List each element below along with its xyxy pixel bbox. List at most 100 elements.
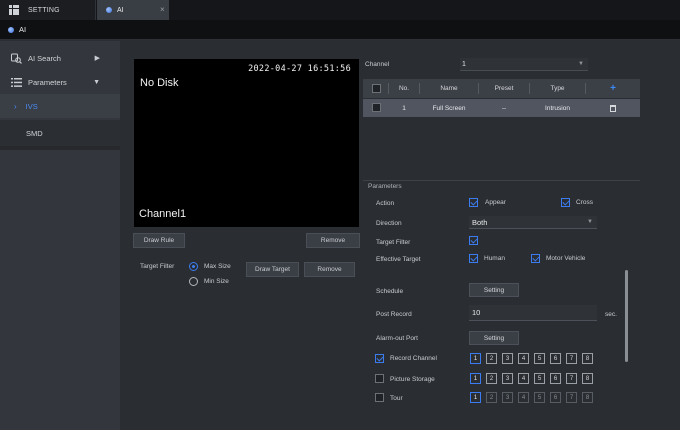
schedule-label: Schedule <box>376 288 404 295</box>
alarm-out-port-label: Alarm-out Port <box>376 335 418 342</box>
record-channel-number[interactable]: 3 <box>502 353 513 364</box>
row-no: 1 <box>402 104 406 112</box>
tab-ai[interactable]: AI × <box>97 0 169 20</box>
divider <box>363 180 640 181</box>
human-checkbox[interactable] <box>469 254 478 263</box>
trash-icon <box>610 104 616 112</box>
sidebar-item-label: AI Search <box>28 53 61 63</box>
grid-menu-icon <box>9 5 19 15</box>
scrollbar[interactable] <box>625 270 628 362</box>
rules-table-header: No. Name Preset Type + <box>363 79 640 98</box>
picture-storage-number[interactable]: 2 <box>486 373 497 384</box>
alarm-out-setting-button[interactable]: Setting <box>469 331 519 345</box>
select-all-checkbox[interactable] <box>372 84 381 93</box>
video-preview[interactable]: 2022-04-27 16:51:56 No Disk Channel1 <box>133 58 360 228</box>
chevron-down-icon: ▼ <box>93 78 100 86</box>
chevron-down-icon: ▼ <box>578 61 584 67</box>
sidebar: AI Search ▶ Parameters ▼ › IVS SMD <box>0 41 120 430</box>
appear-label: Appear <box>485 199 506 206</box>
sidebar-item-parameters[interactable]: Parameters ▼ <box>0 70 120 94</box>
record-channel-number[interactable]: 5 <box>534 353 545 364</box>
picture-storage-number[interactable]: 1 <box>470 373 481 384</box>
human-label: Human <box>484 255 505 262</box>
sidebar-item-smd[interactable]: SMD <box>0 120 120 146</box>
record-channel-number[interactable]: 6 <box>550 353 561 364</box>
tab-setting[interactable]: SETTING <box>0 0 96 20</box>
picture-storage-checkbox[interactable] <box>375 374 384 383</box>
post-record-input[interactable]: 10 <box>469 305 597 321</box>
sidebar-item-ivs[interactable]: › IVS <box>0 94 120 118</box>
tour-number[interactable]: 4 <box>518 392 529 403</box>
record-channel-number[interactable]: 1 <box>470 353 481 364</box>
col-header-type: Type <box>550 85 565 92</box>
channel-value: 1 <box>462 60 466 68</box>
channel-label: Channel <box>365 61 390 68</box>
min-size-label: Min Size <box>204 278 229 285</box>
target-filter-checkbox[interactable] <box>469 236 478 245</box>
record-channel-number[interactable]: 7 <box>566 353 577 364</box>
record-channel-number[interactable]: 8 <box>582 353 593 364</box>
tab-ai-label: AI <box>117 6 124 14</box>
draw-rule-button[interactable]: Draw Rule <box>133 233 185 248</box>
ai-icon <box>8 26 14 33</box>
channel-select[interactable]: 1 ▼ <box>460 58 588 71</box>
picture-storage-number[interactable]: 3 <box>502 373 513 384</box>
tour-number[interactable]: 1 <box>470 392 481 403</box>
row-checkbox[interactable] <box>372 103 381 112</box>
tour-number[interactable]: 7 <box>566 392 577 403</box>
picture-storage-number[interactable]: 7 <box>566 373 577 384</box>
row-name: Full Screen <box>432 104 466 112</box>
page-header: AI <box>0 20 680 40</box>
divider <box>0 146 120 150</box>
tour-number[interactable]: 3 <box>502 392 513 403</box>
add-rule-icon[interactable]: + <box>586 79 640 98</box>
video-no-disk: No Disk <box>140 77 179 89</box>
tour-checkbox[interactable] <box>375 393 384 402</box>
tour-label: Tour <box>390 395 403 402</box>
tour-number[interactable]: 8 <box>582 392 593 403</box>
ai-search-icon <box>11 53 22 64</box>
sidebar-item-label: SMD <box>26 128 43 138</box>
chevron-right-icon: › <box>14 101 17 111</box>
table-row[interactable]: 1 Full Screen -- Intrusion <box>363 99 640 117</box>
parameters-section-label: Parameters <box>368 183 402 190</box>
ai-icon <box>106 7 112 13</box>
tour-number[interactable]: 6 <box>550 392 561 403</box>
picture-storage-number[interactable]: 4 <box>518 373 529 384</box>
max-size-radio[interactable] <box>189 262 198 271</box>
chevron-down-icon: ▼ <box>587 219 593 225</box>
row-type: Intrusion <box>545 104 570 112</box>
remove-rule-button[interactable]: Remove <box>306 233 360 248</box>
picture-storage-number[interactable]: 8 <box>582 373 593 384</box>
remove-target-button[interactable]: Remove <box>304 262 355 277</box>
draw-target-button[interactable]: Draw Target <box>246 262 299 277</box>
direction-value: Both <box>472 217 488 227</box>
direction-select[interactable]: Both ▼ <box>469 216 597 229</box>
action-label: Action <box>376 200 395 207</box>
record-channel-number[interactable]: 4 <box>518 353 529 364</box>
schedule-setting-button[interactable]: Setting <box>469 283 519 297</box>
target-filter-param-label: Target Filter <box>376 239 411 246</box>
motor-vehicle-label: Motor Vehicle <box>546 255 586 262</box>
min-size-radio[interactable] <box>189 277 198 286</box>
row-preset: -- <box>501 104 507 112</box>
sidebar-item-ai-search[interactable]: AI Search ▶ <box>0 46 120 70</box>
tour-number[interactable]: 2 <box>486 392 497 403</box>
appear-checkbox[interactable] <box>469 198 478 207</box>
direction-label: Direction <box>376 220 402 227</box>
picture-storage-number[interactable]: 5 <box>534 373 545 384</box>
post-record-label: Post Record <box>376 311 412 318</box>
video-channel-name: Channel1 <box>139 208 187 220</box>
video-timestamp: 2022-04-27 16:51:56 <box>248 64 351 74</box>
col-header-no: No. <box>398 85 410 92</box>
col-header-preset: Preset <box>494 85 514 92</box>
close-icon[interactable]: × <box>160 5 165 14</box>
delete-rule-button[interactable] <box>586 99 640 117</box>
record-channel-number[interactable]: 2 <box>486 353 497 364</box>
tab-setting-label: SETTING <box>28 6 60 14</box>
tour-number[interactable]: 5 <box>534 392 545 403</box>
cross-checkbox[interactable] <box>561 198 570 207</box>
picture-storage-number[interactable]: 6 <box>550 373 561 384</box>
record-channel-checkbox[interactable] <box>375 354 384 363</box>
motor-vehicle-checkbox[interactable] <box>531 254 540 263</box>
